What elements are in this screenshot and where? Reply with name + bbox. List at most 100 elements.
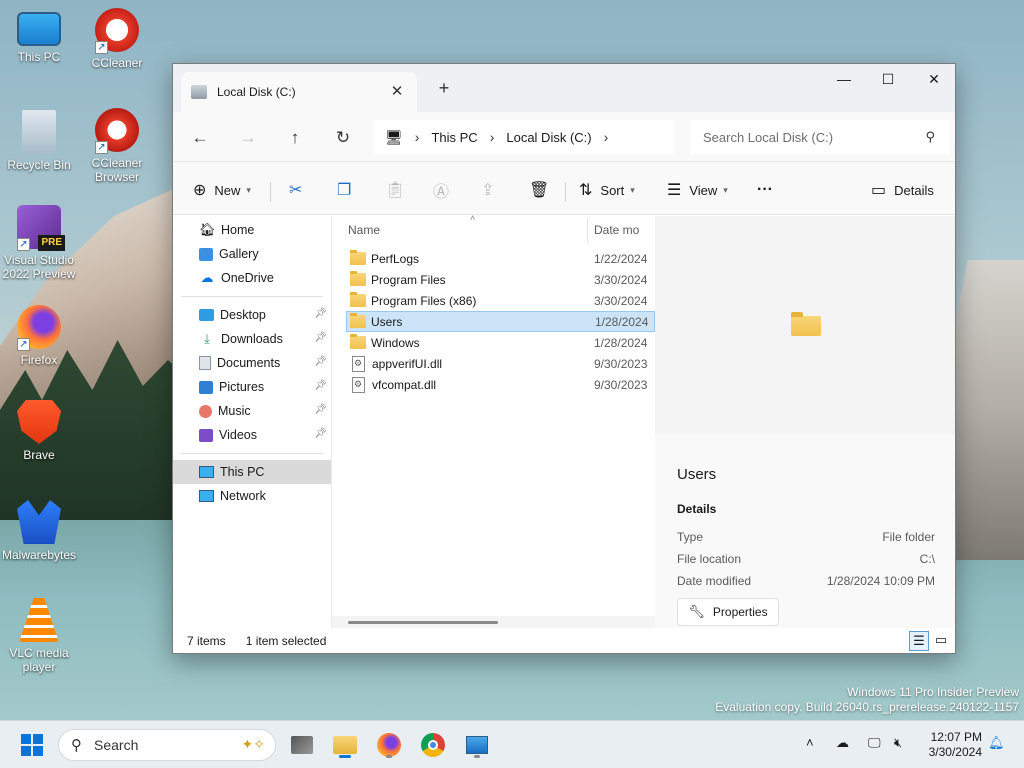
nav-item-videos[interactable]: Videos 📌︎	[173, 423, 331, 447]
column-header-date[interactable]: Date mo	[588, 223, 639, 237]
share-button[interactable]: ⇪	[481, 176, 502, 204]
nav-item-documents[interactable]: Documents 📌︎	[173, 351, 331, 375]
file-name: appverifUI.dll	[372, 356, 443, 371]
nav-item-onedrive[interactable]: ☁ OneDrive	[173, 266, 331, 290]
desktop-icon-firefox[interactable]: ↗ Firefox	[1, 305, 77, 367]
paste-button[interactable]: 📋︎	[385, 176, 413, 204]
tab-title: Local Disk (C:)	[217, 85, 296, 99]
nav-item-network[interactable]: Network	[173, 484, 331, 508]
nav-item-downloads[interactable]: ⤓ Downloads 📌︎	[173, 327, 331, 351]
taskbar-chrome[interactable]	[417, 729, 449, 761]
forward-arrow-icon[interactable]: →	[234, 124, 262, 152]
properties-button[interactable]: 🔧︎ Properties	[677, 598, 779, 626]
system-clock[interactable]: 12:07 PM 3/30/2024	[920, 730, 982, 760]
nav-item-pictures[interactable]: Pictures 📌︎	[173, 375, 331, 399]
taskbar-file-explorer[interactable]	[329, 729, 361, 761]
details-view-icon[interactable]: ☰	[909, 631, 929, 651]
start-button[interactable]	[16, 729, 48, 761]
divider	[565, 182, 566, 202]
column-header-name[interactable]: Name	[332, 218, 588, 242]
back-arrow-icon[interactable]: ←	[186, 124, 214, 152]
file-row-vfcompat[interactable]: vfcompat.dll 9/30/2023	[332, 374, 655, 395]
file-row-program-files-x86[interactable]: Program Files (x86) 3/30/2024	[332, 290, 655, 311]
scissors-icon: ✂	[289, 182, 303, 199]
desktop-icon-vlc[interactable]: VLC media player	[1, 598, 77, 674]
desktop-icon-ccleaner[interactable]: ↗ CCleaner	[79, 8, 155, 70]
folder-icon	[350, 313, 366, 328]
search-input[interactable]: Search Local Disk (C:) ⚲	[691, 120, 949, 154]
desktop-icon-label: CCleaner Browser	[91, 156, 143, 184]
control-panel-icon	[466, 736, 488, 754]
onedrive-offline-icon[interactable]: ☁	[836, 735, 849, 751]
chrome-icon	[421, 733, 445, 757]
horizontal-scrollbar[interactable]	[332, 616, 655, 628]
view-button[interactable]: ☰ View ▾	[667, 176, 728, 204]
nav-item-this-pc[interactable]: This PC	[173, 460, 331, 484]
dll-file-icon	[352, 355, 365, 372]
breadcrumb-local-disk[interactable]: Local Disk (C:)	[506, 130, 591, 145]
file-row-windows[interactable]: Windows 1/28/2024	[332, 332, 655, 353]
desktop-icon-this-pc[interactable]: This PC	[1, 10, 77, 64]
sort-button[interactable]: ⇅ Sort ▾	[579, 176, 635, 204]
refresh-icon[interactable]: ↻	[329, 124, 357, 152]
chevron-right-icon[interactable]: ›	[604, 129, 609, 145]
pin-icon[interactable]: 📌︎	[314, 428, 327, 439]
cut-button[interactable]: ✂	[289, 176, 310, 204]
desktop-icon-recycle-bin[interactable]: Recycle Bin	[1, 110, 77, 172]
chevron-up-icon[interactable]: ˄	[806, 735, 814, 750]
nav-item-music[interactable]: Music 📌︎	[173, 399, 331, 423]
video-icon	[199, 428, 213, 442]
more-options-button[interactable]: ···	[757, 176, 773, 204]
nav-item-desktop[interactable]: Desktop 📌︎	[173, 303, 331, 327]
taskbar-app[interactable]	[461, 729, 493, 761]
active-indicator	[339, 755, 351, 758]
close-window-button[interactable]: ✕	[911, 64, 957, 94]
firefox-icon	[377, 733, 401, 757]
address-bar[interactable]: 🖥 › This PC › Local Disk (C:) ›	[373, 120, 675, 154]
new-button[interactable]: ⊕ New ▾	[193, 176, 251, 204]
new-tab-button[interactable]: +	[433, 78, 455, 100]
task-view-button[interactable]	[286, 729, 318, 761]
taskbar-firefox[interactable]	[373, 729, 405, 761]
up-arrow-icon[interactable]: ↑	[281, 124, 309, 152]
scrollbar-thumb[interactable]	[348, 621, 498, 624]
file-date: 9/30/2023	[594, 377, 648, 392]
pin-icon[interactable]: 📌︎	[314, 308, 327, 319]
chevron-down-icon: ▾	[246, 184, 251, 195]
folder-icon	[791, 312, 821, 336]
new-button-label: New	[214, 182, 241, 198]
file-row-users[interactable]: Users 1/28/2024	[346, 311, 655, 332]
close-tab-icon[interactable]: ✕	[389, 84, 405, 100]
details-pane-button[interactable]: ▭ Details	[871, 176, 934, 204]
desktop-icon-malwarebytes[interactable]: Malwarebytes	[1, 500, 77, 562]
notification-bell-icon[interactable]: 🔔︎	[988, 735, 1005, 751]
divider	[181, 453, 323, 454]
pin-icon[interactable]: 📌︎	[314, 332, 327, 343]
pin-icon[interactable]: 📌︎	[314, 380, 327, 391]
file-row-appverifui[interactable]: appverifUI.dll 9/30/2023	[332, 353, 655, 374]
delete-button[interactable]: 🗑︎	[529, 176, 557, 204]
tiles-view-icon[interactable]: ▭	[931, 631, 951, 651]
file-row-program-files[interactable]: Program Files 3/30/2024	[332, 269, 655, 290]
maximize-button[interactable]: ☐	[865, 64, 911, 94]
pin-icon[interactable]: 📌︎	[314, 404, 327, 415]
desktop-icon-ccleaner-browser[interactable]: ↗ CCleaner Browser	[79, 108, 155, 184]
copy-button[interactable]: ❐	[337, 176, 359, 204]
dll-file-icon	[352, 376, 365, 393]
minimize-button[interactable]: —	[821, 64, 867, 94]
volume-muted-icon[interactable]: 🔇︎	[894, 735, 902, 751]
pin-icon[interactable]: 📌︎	[314, 356, 327, 367]
desktop-icon-visual-studio[interactable]: PRE ↗ Visual Studio 2022 Preview	[1, 205, 77, 281]
network-icon[interactable]: 🖵︎	[868, 735, 881, 751]
taskbar-search[interactable]: ⚲ Search ✦✧	[58, 729, 276, 761]
navigation-pane: 🏠︎ Home Gallery ☁ OneDrive Desktop 📌︎ ⤓ …	[173, 216, 331, 628]
rename-button[interactable]: Ⓐ	[433, 176, 457, 204]
nav-item-home[interactable]: 🏠︎ Home	[173, 218, 331, 242]
title-bar[interactable]: Local Disk (C:) ✕ + — ☐ ✕	[173, 64, 955, 112]
breadcrumb-this-pc[interactable]: This PC	[431, 130, 477, 145]
desktop-icon-brave[interactable]: Brave	[1, 400, 77, 462]
recycle-bin-icon	[22, 110, 56, 154]
nav-item-gallery[interactable]: Gallery	[173, 242, 331, 266]
tab-local-disk[interactable]: Local Disk (C:) ✕	[181, 72, 417, 112]
file-row-perflogs[interactable]: PerfLogs 1/22/2024	[332, 248, 655, 269]
